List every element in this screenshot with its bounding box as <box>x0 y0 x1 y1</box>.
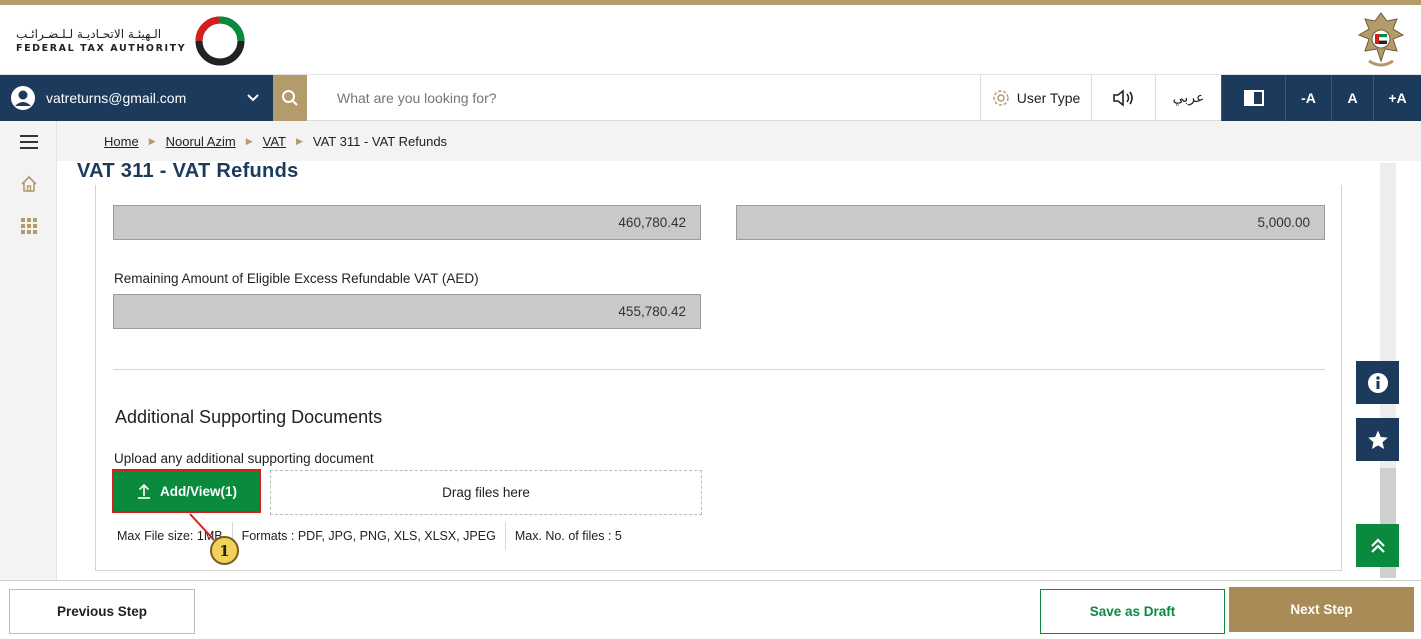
top-navbar: vatreturns@gmail.com User Type عربي -A A <box>0 75 1421 121</box>
save-draft-button[interactable]: Save as Draft <box>1040 589 1225 634</box>
upload-label: Upload any additional supporting documen… <box>114 451 374 466</box>
text-to-speech-button[interactable] <box>1091 75 1155 121</box>
speaker-icon <box>1112 89 1133 107</box>
file-dropzone[interactable]: Drag files here <box>270 470 702 515</box>
contrast-icon <box>1243 90 1264 106</box>
fta-logo-mark-icon <box>195 16 245 65</box>
star-icon <box>1367 430 1388 449</box>
search-icon <box>282 90 298 106</box>
chevron-down-icon <box>241 91 265 105</box>
hamburger-menu-icon <box>19 135 38 149</box>
upload-icon <box>137 483 150 499</box>
sidebar-menu-toggle[interactable] <box>0 121 57 163</box>
breadcrumb-separator-icon: ▶ <box>245 135 253 146</box>
contrast-toggle-button[interactable] <box>1221 75 1285 121</box>
search-input[interactable] <box>307 75 980 120</box>
wizard-footer: Previous Step Save as Draft Next Step <box>0 580 1421 639</box>
add-view-label: Add/View(1) <box>159 483 237 499</box>
previous-step-button[interactable]: Previous Step <box>9 589 195 634</box>
info-button[interactable] <box>1356 361 1399 404</box>
allowed-formats: Formats : PDF, JPG, PNG, XLS, XLSX, JPEG <box>241 529 496 543</box>
left-sidebar <box>0 121 57 580</box>
sidebar-item-apps[interactable] <box>0 205 57 247</box>
scroll-to-top-button[interactable] <box>1356 524 1399 567</box>
max-files: Max. No. of files : 5 <box>514 529 622 543</box>
fta-logo[interactable]: الـهيئـة الاتحـاديـة لـلـضـرائـب FEDERAL… <box>16 13 248 68</box>
refund-amount-field: 460,780.42 <box>113 205 701 240</box>
search-button[interactable] <box>273 75 307 121</box>
remaining-amount-label: Remaining Amount of Eligible Excess Refu… <box>114 271 479 286</box>
home-icon <box>20 175 37 192</box>
breadcrumb-separator-icon: ▶ <box>295 135 303 146</box>
sidebar-item-home[interactable] <box>0 163 57 205</box>
callout-number-badge: 1 <box>210 536 239 565</box>
gear-icon <box>992 90 1009 106</box>
breadcrumb-current: VAT 311 - VAT Refunds <box>312 133 448 149</box>
header-logo-bar: الـهيئـة الاتحـاديـة لـلـضـرائـب FEDERAL… <box>0 5 1421 75</box>
supporting-documents-title: Additional Supporting Documents <box>115 407 383 427</box>
account-dropdown[interactable]: vatreturns@gmail.com <box>0 75 273 121</box>
fta-logo-text: الـهيئـة الاتحـاديـة لـلـضـرائـب FEDERAL… <box>16 27 186 54</box>
breadcrumb-vat[interactable]: VAT <box>263 134 286 149</box>
upload-constraints: Max File size: 1MB Formats : PDF, JPG, P… <box>113 522 631 550</box>
favorite-button[interactable] <box>1356 418 1399 461</box>
font-reset-button[interactable]: A <box>1331 75 1373 121</box>
breadcrumb-taxpayer[interactable]: Noorul Azim <box>166 134 236 149</box>
remaining-amount-field: 455,780.42 <box>113 294 701 329</box>
grid-apps-icon <box>20 218 37 234</box>
page-title: VAT 311 - VAT Refunds <box>77 160 299 182</box>
info-icon <box>1367 372 1388 393</box>
account-email: vatreturns@gmail.com <box>46 90 187 106</box>
breadcrumb-home[interactable]: Home <box>104 134 139 149</box>
section-divider <box>113 369 1325 370</box>
uae-emblem-icon <box>1357 12 1405 67</box>
user-circle-icon <box>11 86 35 110</box>
refund-claimed-field: 5,000.00 <box>736 205 1325 240</box>
refund-form-card: 460,780.42 5,000.00 Remaining Amount of … <box>95 185 1342 571</box>
logo-english-text: FEDERAL TAX AUTHORITY <box>16 43 187 54</box>
font-increase-button[interactable]: +A <box>1373 75 1421 121</box>
breadcrumb-separator-icon: ▶ <box>148 135 156 146</box>
language-switch-arabic[interactable]: عربي <box>1155 75 1221 121</box>
add-view-button[interactable]: Add/View(1) <box>112 469 261 513</box>
font-decrease-button[interactable]: -A <box>1285 75 1331 121</box>
next-step-button[interactable]: Next Step <box>1229 587 1414 632</box>
logo-arabic-text: الـهيئـة الاتحـاديـة لـلـضـرائـب <box>16 27 162 41</box>
user-type-button[interactable]: User Type <box>980 75 1091 121</box>
double-chevron-up-icon <box>1370 537 1385 553</box>
breadcrumb: Home ▶ Noorul Azim ▶ VAT ▶ VAT 311 - VAT… <box>57 121 1421 161</box>
user-type-label: User Type <box>1016 90 1081 106</box>
